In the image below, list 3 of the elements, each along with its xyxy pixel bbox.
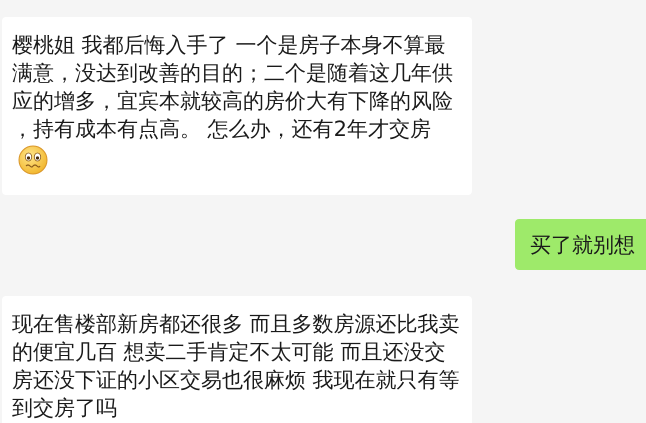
message-text: 樱桃姐 我都后悔入手了 一个是房子本身不算最满意，没达到改善的目的；二个是随着这几年供应的增多，宜宾本就较高的房价大有下降的风险，持有成本有点高。 怎么办，还有2年才交房 [12, 32, 454, 143]
message-text: 现在售楼部新房都还很多 而且多数房源还比我卖的便宜几百 想卖二手肯定不太可能 而且还没交房还没下证的小区交易也很麻烦 我现在就只有等到交房了吗 [12, 311, 461, 422]
message-text: 买了就别想 [530, 233, 635, 257]
